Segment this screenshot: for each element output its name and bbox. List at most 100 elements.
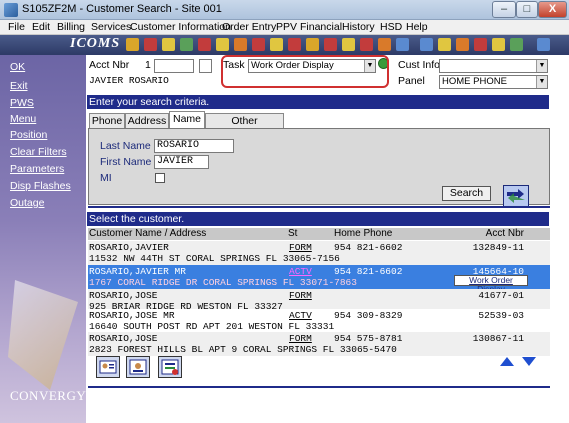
tool-icon-5[interactable] (198, 38, 211, 51)
maximize-button[interactable]: □ (516, 1, 538, 18)
row-status-link[interactable]: FORM (289, 290, 312, 301)
account-list-icon[interactable] (158, 356, 182, 378)
header-st[interactable]: St (288, 228, 297, 239)
acct-nbr-input[interactable] (154, 59, 194, 73)
minimize-button[interactable]: – (492, 1, 516, 18)
table-row[interactable]: ROSARIO,JOSE MR 16640 SOUTH POST RD APT … (88, 309, 550, 333)
row-name: ROSARIO,JOSE (89, 333, 158, 344)
row-phone: 954 821-6602 (334, 266, 403, 277)
row-phone: 954 821-6602 (334, 242, 403, 253)
search-button[interactable]: Search (442, 186, 491, 201)
icoms-logo: ICOMS (70, 36, 121, 51)
customer-card-icon[interactable] (96, 356, 120, 378)
header-home-phone[interactable]: Home Phone (334, 228, 392, 239)
row-name: ROSARIO,JOSE MR (89, 310, 175, 321)
scroll-down-icon[interactable] (522, 357, 536, 366)
criteria-bar: Enter your search criteria. (87, 95, 549, 109)
menu-history[interactable]: History (342, 21, 375, 33)
tool-icon-8[interactable] (252, 38, 265, 51)
menu-services[interactable]: Services (91, 21, 131, 33)
tool-icon-15[interactable] (378, 38, 391, 51)
table-row[interactable]: ROSARIO,JAVIER 11532 NW 44TH ST CORAL SP… (88, 241, 550, 265)
sidebar-item-ok[interactable]: OK (10, 61, 25, 73)
work-order-display-tooltip[interactable]: Work Order Display (454, 275, 528, 294)
tool-icon-12[interactable] (324, 38, 337, 51)
sidebar-item-disp-flashes[interactable]: Disp Flashes (10, 180, 71, 192)
panel-select-value: HOME PHONE (442, 76, 507, 87)
row-status-link[interactable]: FORM (289, 333, 312, 344)
row-status-link[interactable]: FORM (289, 242, 312, 253)
row-address: 16640 SOUTH POST RD APT 201 WESTON FL 33… (89, 321, 335, 332)
last-name-input[interactable]: ROSARIO (154, 139, 234, 153)
scroll-up-icon[interactable] (500, 357, 514, 366)
sidebar-item-clear-filters[interactable]: Clear Filters (10, 146, 67, 158)
tool-icon-14[interactable] (360, 38, 373, 51)
tool-icon-11[interactable] (306, 38, 319, 51)
sidebar-item-menu[interactable]: Menu (10, 113, 36, 125)
tab-name[interactable]: Name (169, 111, 205, 128)
title-bar: S105ZF2M - Customer Search - Site 001 – … (0, 0, 569, 20)
cust-info-select[interactable]: ▼ (439, 59, 548, 73)
chevron-down-icon[interactable]: ▼ (536, 76, 547, 88)
tool-icon-18[interactable] (438, 38, 451, 51)
tool-icon-13[interactable] (342, 38, 355, 51)
sidebar-item-parameters[interactable]: Parameters (10, 163, 64, 175)
tool-icon-1[interactable] (126, 38, 139, 51)
tab-phone[interactable]: Phone (89, 113, 125, 128)
tool-icon-2[interactable] (144, 38, 157, 51)
bottom-divider (88, 386, 550, 388)
row-status-link[interactable]: ACTV (289, 266, 312, 277)
sidebar-item-exit[interactable]: Exit (10, 80, 28, 92)
header-customer-name[interactable]: Customer Name / Address (89, 228, 206, 239)
last-name-label: Last Name (100, 140, 151, 152)
tab-other-searches[interactable]: Other Searches... (205, 113, 284, 141)
row-address: 11532 NW 44TH ST CORAL SPRINGS FL 33065-… (89, 253, 340, 264)
header-acct-nbr[interactable]: Acct Nbr (486, 228, 524, 239)
customer-detail-icon[interactable] (126, 356, 150, 378)
row-phone: 954 575-8781 (334, 333, 403, 344)
tool-icon-10[interactable] (288, 38, 301, 51)
row-status-link[interactable]: ACTV (289, 310, 312, 321)
menu-edit[interactable]: Edit (32, 21, 50, 33)
row-acct: 52539-03 (478, 310, 524, 321)
chevron-down-icon[interactable]: ▼ (536, 60, 547, 72)
tool-icon-22[interactable] (510, 38, 523, 51)
tool-icon-21[interactable] (492, 38, 505, 51)
row-address: 2823 FOREST HILLS BL APT 9 CORAL SPRINGS… (89, 344, 397, 355)
mi-input[interactable] (155, 173, 165, 183)
menu-billing[interactable]: Billing (57, 21, 85, 33)
menu-hsd[interactable]: HSD (380, 21, 402, 33)
tool-icon-16[interactable] (396, 38, 409, 51)
tool-icon-9[interactable] (270, 38, 283, 51)
table-row[interactable]: ROSARIO,JOSE 2823 FOREST HILLS BL APT 9 … (88, 332, 550, 356)
cust-info-label: Cust Info (398, 59, 441, 71)
menu-ppv[interactable]: PPV (276, 21, 297, 33)
tool-icon-4[interactable] (180, 38, 193, 51)
first-name-input[interactable]: JAVIER (154, 155, 209, 169)
panel-select[interactable]: HOME PHONE ▼ (439, 75, 548, 89)
window-title: S105ZF2M - Customer Search - Site 001 (22, 3, 222, 15)
sidebar-item-position[interactable]: Position (10, 129, 47, 141)
menu-order-entry[interactable]: Order Entry (222, 21, 276, 33)
menu-help[interactable]: Help (406, 21, 428, 33)
tool-icon-20[interactable] (474, 38, 487, 51)
tool-icon-6[interactable] (216, 38, 229, 51)
customer-name-display: JAVIER ROSARIO (89, 75, 169, 86)
tool-icon-17[interactable] (420, 38, 433, 51)
menu-file[interactable]: File (8, 21, 25, 33)
transfer-icon[interactable] (503, 185, 529, 207)
row-name: ROSARIO,JOSE (89, 290, 158, 301)
tool-icon-19[interactable] (456, 38, 469, 51)
tool-icon-23[interactable] (537, 38, 550, 51)
sidebar-item-pws[interactable]: PWS (10, 97, 34, 109)
tool-icon-3[interactable] (162, 38, 175, 51)
acct-nbr-suffix-input[interactable] (199, 59, 212, 73)
sidebar-item-outage[interactable]: Outage (10, 197, 44, 209)
menu-customer-information[interactable]: Customer Information (130, 21, 231, 33)
tab-address[interactable]: Address (125, 113, 169, 128)
tool-icon-7[interactable] (234, 38, 247, 51)
select-bar: Select the customer. (87, 212, 549, 226)
row-address: 1767 CORAL RIDGE DR CORAL SPRINGS FL 330… (89, 277, 357, 288)
close-button[interactable]: X (538, 1, 567, 18)
menu-financial[interactable]: Financial (300, 21, 342, 33)
